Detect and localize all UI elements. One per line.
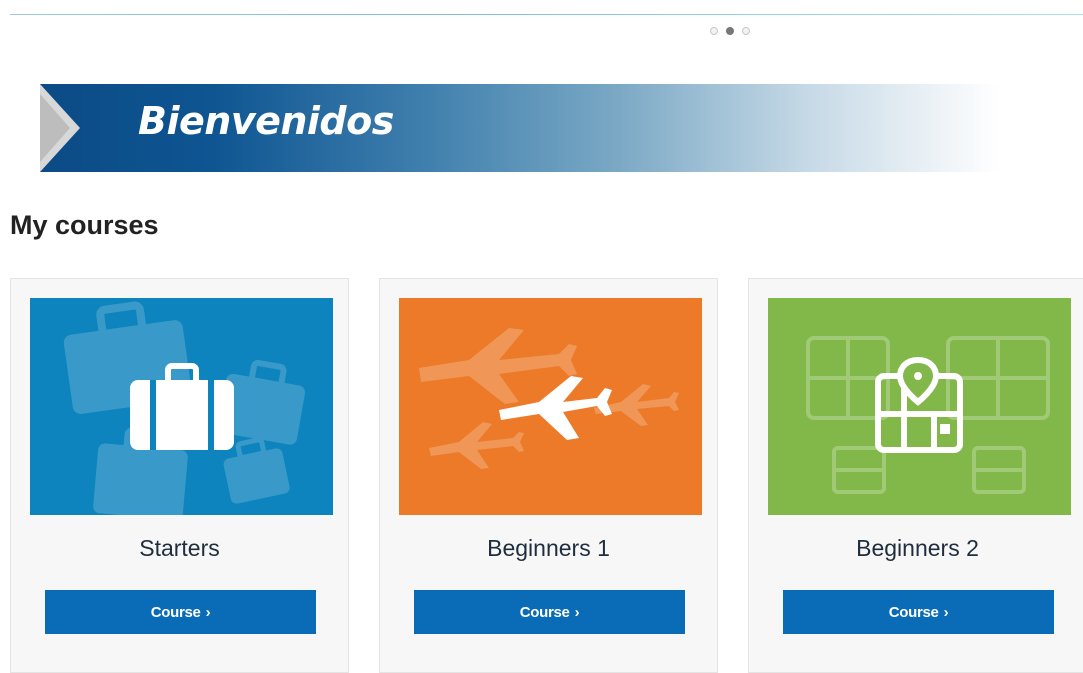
chevron-right-icon: › xyxy=(205,603,211,621)
banner-title: Bienvenidos xyxy=(138,99,394,143)
course-card-beginners-2: Beginners 2 Course › xyxy=(748,278,1083,673)
carousel-dots xyxy=(710,27,750,35)
course-button-label: Course xyxy=(888,603,939,621)
top-divider xyxy=(10,14,1083,15)
chevron-right-icon: › xyxy=(574,603,580,621)
course-button-beginners-1[interactable]: Course › xyxy=(414,590,685,634)
section-title: My courses xyxy=(10,210,159,240)
course-title-starters[interactable]: Starters xyxy=(11,535,348,562)
course-title-beginners-2[interactable]: Beginners 2 xyxy=(749,535,1083,562)
banner-chevron-icon xyxy=(40,84,80,172)
carousel-dot-3[interactable] xyxy=(742,27,750,35)
course-button-label: Course xyxy=(519,603,570,621)
course-title-beginners-1[interactable]: Beginners 1 xyxy=(380,535,717,562)
chevron-right-icon: › xyxy=(943,603,949,621)
course-image-beginners-1[interactable] xyxy=(399,298,702,515)
course-card-beginners-1: Beginners 1 Course › xyxy=(379,278,718,673)
course-image-beginners-2[interactable] xyxy=(768,298,1071,515)
course-button-beginners-2[interactable]: Course › xyxy=(783,590,1054,634)
course-button-starters[interactable]: Course › xyxy=(45,590,316,634)
carousel-dot-1[interactable] xyxy=(710,27,718,35)
course-card-starters: Starters Course › xyxy=(10,278,349,673)
welcome-banner: Bienvenidos xyxy=(40,84,1000,172)
carousel-dot-2[interactable] xyxy=(726,27,734,35)
course-button-label: Course xyxy=(150,603,201,621)
course-image-starters[interactable] xyxy=(30,298,333,515)
